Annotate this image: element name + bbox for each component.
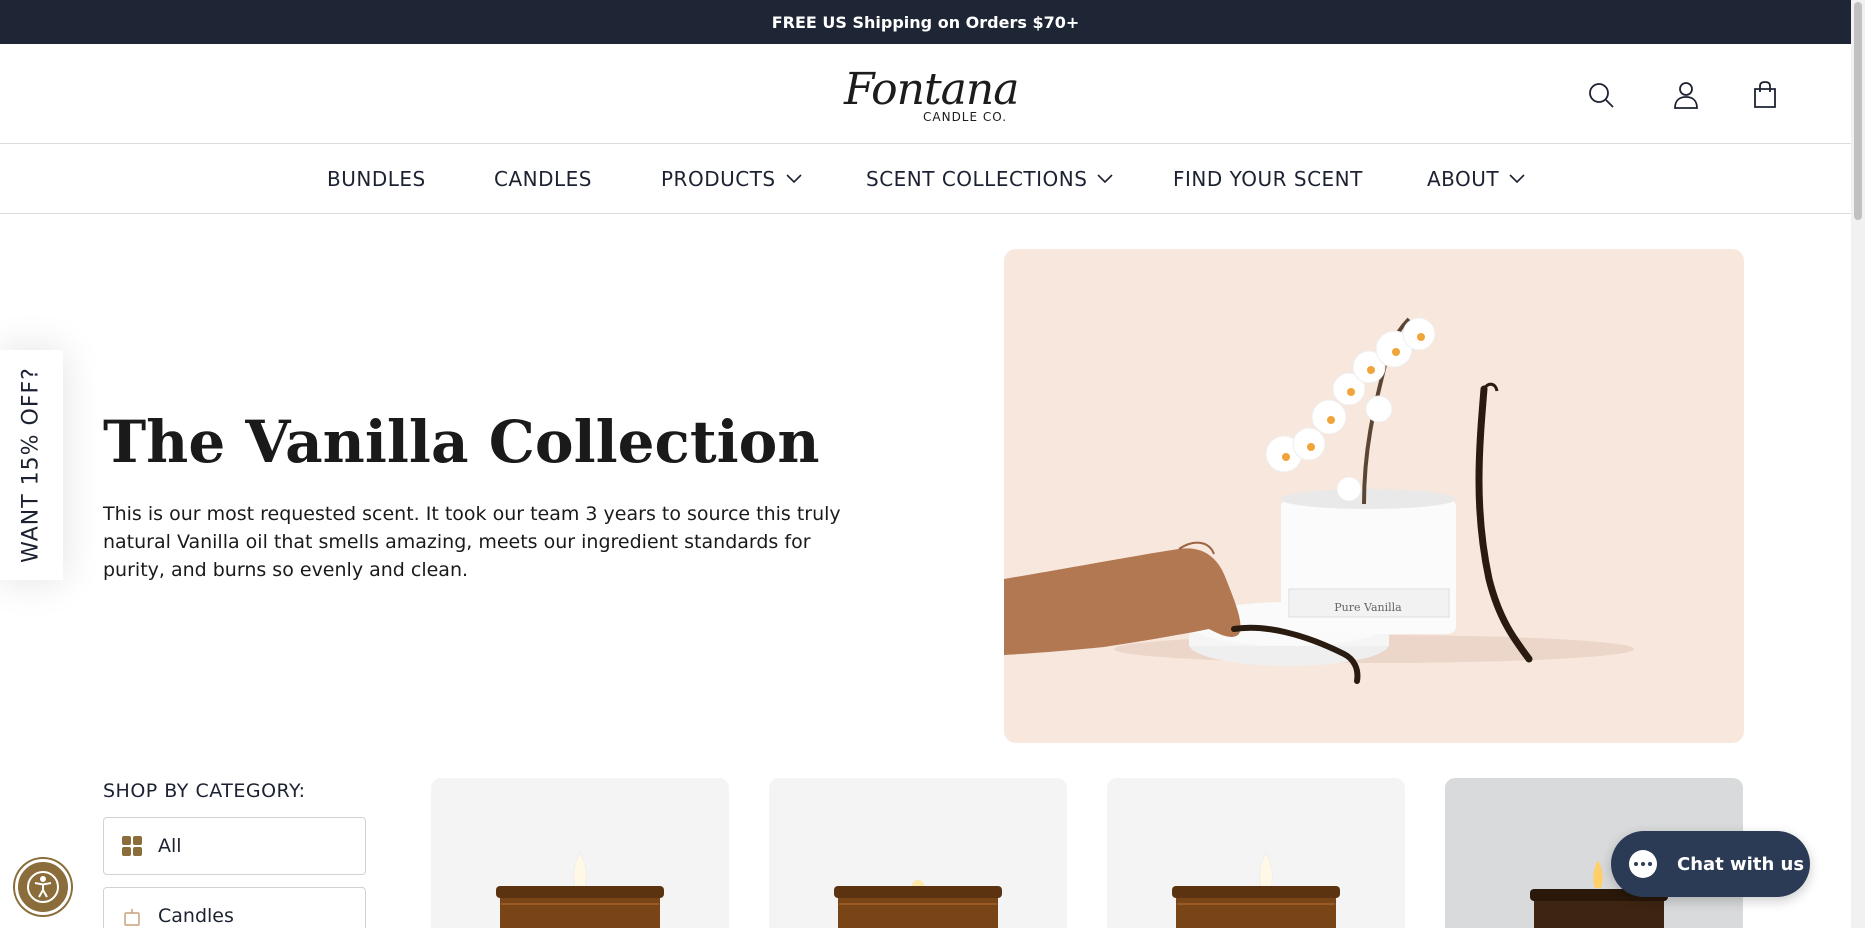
search-icon[interactable]: [1584, 78, 1618, 112]
chevron-down-icon: [1509, 174, 1525, 184]
announcement-bar: FREE US Shipping on Orders $70+: [0, 0, 1851, 44]
product-image: [834, 880, 1002, 928]
category-label: Candles: [158, 905, 234, 927]
main-nav: BUNDLES CANDLES PRODUCTS SCENT COLLECTIO…: [0, 144, 1851, 214]
chat-button[interactable]: Chat with us: [1611, 831, 1810, 897]
scrollbar[interactable]: [1851, 0, 1865, 928]
jar-label-text: Pure Vanilla: [1334, 601, 1402, 614]
chat-label: Chat with us: [1677, 853, 1805, 875]
nav-label: BUNDLES: [327, 167, 426, 191]
product-card[interactable]: [431, 778, 729, 928]
page-title: The Vanilla Collection: [103, 408, 820, 476]
site-header: Fontana CANDLE CO.: [0, 44, 1851, 144]
scrollbar-thumb[interactable]: [1854, 2, 1862, 220]
hero-description: This is our most requested scent. It too…: [103, 503, 841, 581]
category-label: All: [158, 835, 182, 857]
account-icon[interactable]: [1669, 78, 1703, 112]
category-heading: SHOP BY CATEGORY:: [103, 780, 306, 802]
product-card[interactable]: [769, 778, 1067, 928]
logo-subtitle: CANDLE CO.: [923, 110, 1008, 124]
nav-label: SCENT COLLECTIONS: [866, 167, 1088, 191]
nav-item-about[interactable]: ABOUT: [1427, 144, 1525, 214]
nav-label: ABOUT: [1427, 167, 1500, 191]
hero-image: Pure Vanilla: [1004, 249, 1744, 743]
candle-icon: [122, 906, 142, 926]
discount-tab-label: WANT 15% OFF?: [18, 367, 44, 563]
category-candles-button[interactable]: Candles: [103, 887, 366, 928]
discount-side-tab[interactable]: WANT 15% OFF?: [0, 350, 63, 580]
product-image: [496, 850, 664, 928]
announcement-text: FREE US Shipping on Orders $70+: [771, 12, 1080, 32]
grid-icon: [122, 836, 142, 856]
accessibility-icon: [27, 871, 59, 903]
chat-bubble-icon: [1629, 850, 1657, 878]
nav-item-candles[interactable]: CANDLES: [494, 144, 592, 214]
nav-item-bundles[interactable]: BUNDLES: [327, 144, 426, 214]
accessibility-button[interactable]: [15, 859, 71, 915]
logo-script: Fontana: [844, 64, 1019, 115]
nav-label: PRODUCTS: [661, 167, 776, 191]
nav-label: CANDLES: [494, 167, 592, 191]
chevron-down-icon: [1097, 174, 1114, 184]
nav-item-find-your-scent[interactable]: FIND YOUR SCENT: [1173, 144, 1363, 214]
nav-label: FIND YOUR SCENT: [1173, 167, 1363, 191]
nav-item-products[interactable]: PRODUCTS: [661, 144, 802, 214]
product-card[interactable]: [1107, 778, 1405, 928]
product-image: [1172, 850, 1340, 928]
nav-item-scent-collections[interactable]: SCENT COLLECTIONS: [866, 144, 1114, 214]
chevron-down-icon: [786, 174, 802, 184]
category-all-button[interactable]: All: [103, 817, 366, 875]
cart-icon[interactable]: [1748, 78, 1782, 112]
logo[interactable]: Fontana CANDLE CO.: [838, 64, 1019, 124]
